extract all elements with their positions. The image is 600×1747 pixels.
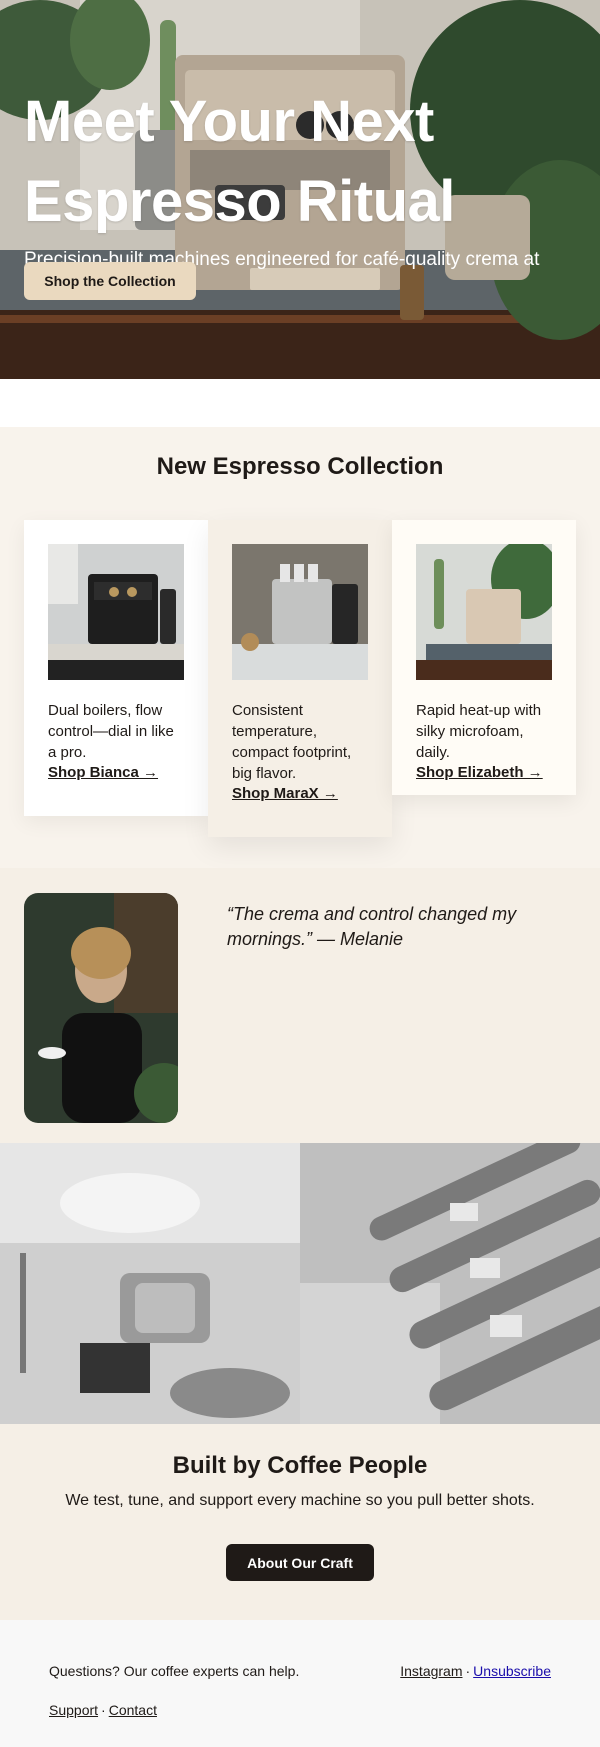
marax-description: Consistent temperature, compact footprin… (232, 702, 352, 782)
email-footer: Questions? Our coffee experts can help. … (0, 1620, 600, 1747)
hero-title-line-2: Espresso Ritual (24, 169, 455, 234)
elizabeth-description: Rapid heat-up with silky microfoam, dail… (416, 702, 542, 761)
unsubscribe-link[interactable]: Unsubscribe (473, 1663, 551, 1679)
testimonial-section: “The crema and control changed my mornin… (0, 868, 600, 1143)
about-craft-button[interactable]: About Our Craft (226, 1544, 374, 1581)
instagram-link[interactable]: Instagram (400, 1663, 462, 1679)
shop-elizabeth-link[interactable]: Shop Elizabeth → (416, 764, 543, 781)
hero-title-line-1: Meet Your Next (24, 89, 434, 154)
footer-support-links: Support · Contact (49, 1702, 157, 1718)
bianca-product-photo (48, 544, 184, 680)
craft-section: Built by Coffee People We test, tune, an… (0, 1424, 600, 1620)
product-card-marax: Consistent temperature, compact footprin… (208, 520, 392, 837)
marax-product-photo (232, 544, 368, 680)
tampers-production-photo (300, 1143, 600, 1424)
craft-title: Built by Coffee People (172, 1452, 428, 1479)
footer-separator: · (465, 1663, 471, 1679)
shop-marax-link[interactable]: Shop MaraX → (232, 785, 338, 802)
contact-link[interactable]: Contact (109, 1702, 157, 1718)
support-link[interactable]: Support (49, 1702, 98, 1718)
product-card-bianca: Dual boilers, flow control—dial in like … (24, 520, 208, 816)
customer-portrait (24, 893, 178, 1123)
espresso-assembly-photo (0, 1143, 300, 1424)
footer-social-links: Instagram · Unsubscribe (400, 1663, 551, 1679)
product-card-elizabeth: Rapid heat-up with silky microfoam, dail… (392, 520, 576, 795)
hero-title: Meet Your Next Espresso Ritual (24, 82, 584, 242)
footer-help-text: Questions? Our coffee experts can help. (49, 1663, 300, 1679)
collection-section: New Espresso Collection Dual boilers, fl… (0, 427, 600, 868)
collection-title: New Espresso Collection (156, 453, 444, 480)
footer-separator: · (101, 1702, 106, 1718)
shop-collection-button[interactable]: Shop the Collection (24, 262, 196, 300)
craft-photo-strip (0, 1143, 600, 1424)
email-page: Meet Your Next Espresso Ritual Precision… (0, 0, 600, 1747)
hero-banner: Meet Your Next Espresso Ritual Precision… (0, 0, 600, 379)
elizabeth-product-photo (416, 544, 552, 680)
shop-bianca-link[interactable]: Shop Bianca → (48, 764, 158, 781)
craft-subtitle: We test, tune, and support every machine… (65, 1492, 535, 1509)
bianca-description: Dual boilers, flow control—dial in like … (48, 702, 174, 761)
testimonial-quote: “The crema and control changed my mornin… (227, 904, 517, 949)
